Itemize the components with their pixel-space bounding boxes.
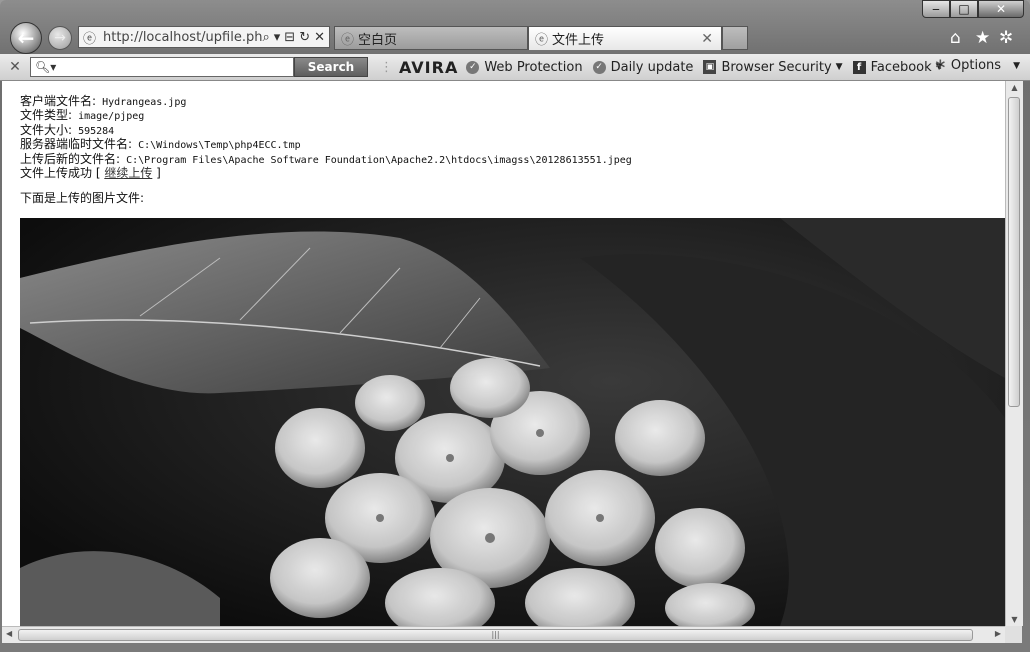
e-icon: ⓔ bbox=[341, 32, 355, 48]
close-window-button[interactable]: ✕ bbox=[978, 0, 1024, 18]
success-text: 文件上传成功 [ bbox=[20, 166, 105, 181]
success-line: 文件上传成功 [ 继续上传 ] bbox=[20, 166, 632, 181]
info-label: 文件大小: bbox=[20, 122, 73, 137]
forward-arrow-icon: → bbox=[54, 30, 66, 46]
info-label: 上传后新的文件名: bbox=[20, 151, 121, 166]
vertical-scrollbar[interactable]: ▲ ▼ bbox=[1005, 81, 1023, 626]
uploaded-image bbox=[20, 218, 1005, 626]
tab-blank-page[interactable]: ⓔ 空白页 bbox=[334, 26, 528, 50]
horizontal-scrollbar[interactable]: ◀ ||| ▶ bbox=[2, 626, 1005, 644]
info-label: 客户端文件名: bbox=[20, 94, 97, 108]
info-line: 上传后新的文件名: C:\Program Files\Apache Softwa… bbox=[20, 151, 632, 167]
navigation-bar: ← → ⓔ http://localhost/upfile.php ⌕ ▾ ⊟ … bbox=[0, 20, 1030, 54]
check-circle-icon: ✓ bbox=[592, 60, 606, 74]
lock-icon: ▣ bbox=[703, 60, 717, 74]
e-icon: ⓔ bbox=[535, 33, 549, 48]
tab-label: 文件上传 bbox=[552, 33, 605, 48]
toolbar-grip-icon: ⋮ bbox=[380, 59, 393, 75]
info-value: image/pjpeg bbox=[72, 111, 145, 123]
search-icon: 🔍︎▾ bbox=[35, 60, 57, 74]
hydrangea-photo bbox=[20, 218, 1005, 626]
info-line: 文件类型: image/pjpeg bbox=[20, 109, 632, 123]
ie-page-icon: ⓔ bbox=[83, 31, 97, 47]
back-arrow-icon: ← bbox=[17, 26, 35, 50]
scroll-right-icon[interactable]: ▶ bbox=[995, 629, 1001, 638]
tab-file-upload[interactable]: ⓔ 文件上传 ✕ bbox=[528, 26, 722, 50]
upload-info: 客户端文件名: Hydrangeas.jpg 文件类型: image/pjpeg… bbox=[20, 94, 632, 181]
forward-button[interactable]: → bbox=[48, 26, 72, 50]
toolbar-search-input[interactable]: 🔍︎▾ bbox=[30, 57, 294, 77]
web-protection-button[interactable]: ✓ Web Protection bbox=[466, 59, 583, 75]
info-value: C:\Program Files\Apache Software Foundat… bbox=[120, 154, 632, 166]
browser-security-label: Browser Security bbox=[721, 59, 832, 75]
daily-update-button[interactable]: ✓ Daily update bbox=[592, 59, 694, 75]
address-url[interactable]: http://localhost/upfile.php bbox=[103, 30, 262, 45]
refresh-icon[interactable]: ↻ bbox=[299, 30, 310, 45]
dropdown-icon[interactable]: ▾ bbox=[274, 30, 281, 45]
chevron-down-icon: ▼ bbox=[835, 62, 843, 72]
tab-close-icon[interactable]: ✕ bbox=[701, 31, 713, 47]
facebook-label: Facebook bbox=[870, 59, 932, 75]
info-value: Hydrangeas.jpg bbox=[96, 97, 187, 108]
browser-security-button[interactable]: ▣ Browser Security ▼ bbox=[703, 59, 843, 75]
scroll-left-icon[interactable]: ◀ bbox=[6, 629, 12, 638]
facebook-icon: f bbox=[852, 60, 866, 74]
daily-update-label: Daily update bbox=[610, 59, 694, 75]
info-label: 服务器端临时文件名: bbox=[20, 137, 133, 152]
maximize-button[interactable]: □ bbox=[950, 0, 978, 18]
window-bottom-frame bbox=[0, 643, 1030, 652]
info-line: 客户端文件名: Hydrangeas.jpg bbox=[20, 94, 632, 109]
options-label: Options bbox=[950, 58, 1002, 73]
scrollbar-corner bbox=[1005, 626, 1022, 643]
uploaded-image-caption: 下面是上传的图片文件: bbox=[20, 191, 145, 205]
close-toolbar-icon[interactable]: ✕ bbox=[0, 59, 30, 75]
info-value: C:\Windows\Temp\php4ECC.tmp bbox=[132, 140, 301, 152]
horizontal-scroll-thumb[interactable]: ||| bbox=[18, 629, 973, 641]
caption-buttons: ‒ □ ✕ bbox=[922, 0, 1024, 18]
scroll-down-icon[interactable]: ▼ bbox=[1006, 615, 1023, 624]
check-circle-icon: ✓ bbox=[466, 60, 480, 74]
address-bar[interactable]: ⓔ http://localhost/upfile.php ⌕ ▾ ⊟ ↻ ✕ bbox=[78, 26, 330, 48]
new-tab-button[interactable] bbox=[722, 26, 748, 50]
back-button[interactable]: ← bbox=[10, 22, 42, 54]
chevron-down-icon: ▼ bbox=[1013, 60, 1020, 71]
page-content: 客户端文件名: Hydrangeas.jpg 文件类型: image/pjpeg… bbox=[2, 81, 1005, 626]
facebook-button[interactable]: f Facebook ▼ bbox=[852, 59, 943, 75]
info-value: 595284 bbox=[72, 125, 115, 137]
scroll-up-icon[interactable]: ▲ bbox=[1006, 83, 1023, 92]
search-icon[interactable]: ⌕ bbox=[262, 30, 269, 45]
avira-toolbar: ✕ 🔍︎▾ Search ⋮ AVIRA ✓ Web Protection ✓ … bbox=[0, 54, 1030, 81]
continue-upload-link[interactable]: 继续上传 bbox=[104, 166, 152, 180]
home-icon[interactable]: ⌂ bbox=[950, 28, 961, 48]
browser-window: ‒ □ ✕ ← → ⓔ http://localhost/upfile.php … bbox=[0, 0, 1030, 652]
gear-icon: ✲ bbox=[935, 58, 946, 73]
web-protection-label: Web Protection bbox=[484, 59, 583, 75]
info-label: 文件类型: bbox=[20, 108, 73, 123]
favorites-star-icon[interactable]: ★ bbox=[975, 28, 990, 48]
stop-icon[interactable]: ✕ bbox=[314, 30, 325, 45]
vertical-scroll-thumb[interactable] bbox=[1008, 97, 1020, 407]
info-line: 服务器端临时文件名: C:\Windows\Temp\php4ECC.tmp bbox=[20, 138, 632, 152]
success-end: ] bbox=[152, 166, 161, 181]
avira-logo: AVIRA bbox=[399, 57, 459, 77]
options-button[interactable]: ✲ Options ▼ bbox=[935, 58, 1020, 73]
gear-icon[interactable]: ✲ bbox=[999, 28, 1013, 48]
compatibility-icon[interactable]: ⊟ bbox=[284, 30, 295, 45]
minimize-button[interactable]: ‒ bbox=[922, 0, 950, 18]
tab-label: 空白页 bbox=[358, 32, 398, 48]
search-button[interactable]: Search bbox=[294, 57, 368, 77]
